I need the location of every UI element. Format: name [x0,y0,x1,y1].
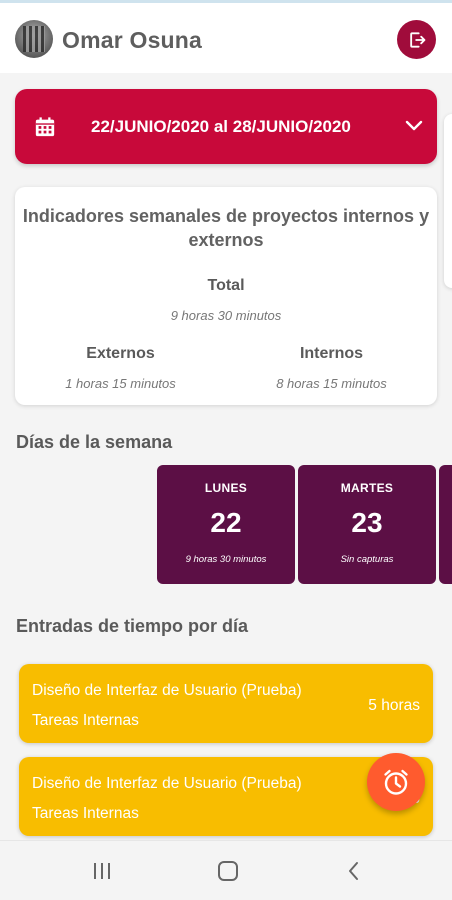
app-header: Omar Osuna [0,3,452,73]
internos-value: 8 horas 15 minutos [276,376,387,391]
externos-column: Externos 1 horas 15 minutos [15,345,226,391]
user-name: Omar Osuna [62,27,203,53]
logout-icon [409,31,425,48]
day-card-martes[interactable]: MARTES 23 Sin capturas [298,465,436,584]
chevron-down-icon [405,120,423,131]
entry-project: Diseño de Interfaz de Usuario (Prueba) [32,775,302,792]
calendar-icon [35,117,55,137]
externos-label: Externos [86,345,155,362]
internos-column: Internos 8 horas 15 minutos [226,345,437,391]
total-label: Total [207,277,245,294]
entry-category: Tareas Internas [32,712,139,729]
back-icon [349,862,358,880]
recents-button[interactable] [88,857,116,885]
system-nav-bar [0,840,452,900]
day-hours: 9 horas 30 minutos [185,554,267,565]
day-name: MARTES [340,481,394,495]
days-section-title: Días de la semana [16,432,173,452]
day-card-lunes[interactable]: LUNES 22 9 horas 30 minutos [157,465,295,584]
entry-category: Tareas Internas [32,805,139,822]
timer-icon [384,769,408,795]
home-icon [218,861,238,881]
summary-title: Indicadores semanales de proyectos inter… [22,206,430,250]
entries-section-title: Entradas de tiempo por día [16,616,249,636]
home-button[interactable] [214,857,242,885]
time-entry-card[interactable]: Diseño de Interfaz de Usuario (Prueba) T… [19,664,433,743]
logout-button[interactable] [397,20,436,59]
adjacent-card-edge [444,114,452,288]
internos-label: Internos [299,345,364,362]
entry-project: Diseño de Interfaz de Usuario (Prueba) [32,682,302,699]
add-time-fab[interactable] [367,753,425,811]
day-card-next-edge[interactable] [439,465,452,584]
day-hours: Sin capturas [340,554,394,565]
date-range-selector[interactable]: 22/JUNIO/2020 al 28/JUNIO/2020 [15,89,437,164]
recents-icon [94,863,110,879]
weekly-summary-card: Indicadores semanales de proyectos inter… [15,187,437,405]
date-range-text: 22/JUNIO/2020 al 28/JUNIO/2020 [91,117,351,136]
day-number: 23 [351,507,383,538]
avatar[interactable] [15,20,53,58]
day-name: LUNES [204,481,248,495]
externos-value: 1 horas 15 minutos [65,376,176,391]
day-number: 22 [210,507,242,538]
avatar-image [23,26,45,52]
entry-hours: 5 horas [368,697,420,714]
total-value: 9 horas 30 minutos [170,308,282,323]
back-button[interactable] [340,857,368,885]
